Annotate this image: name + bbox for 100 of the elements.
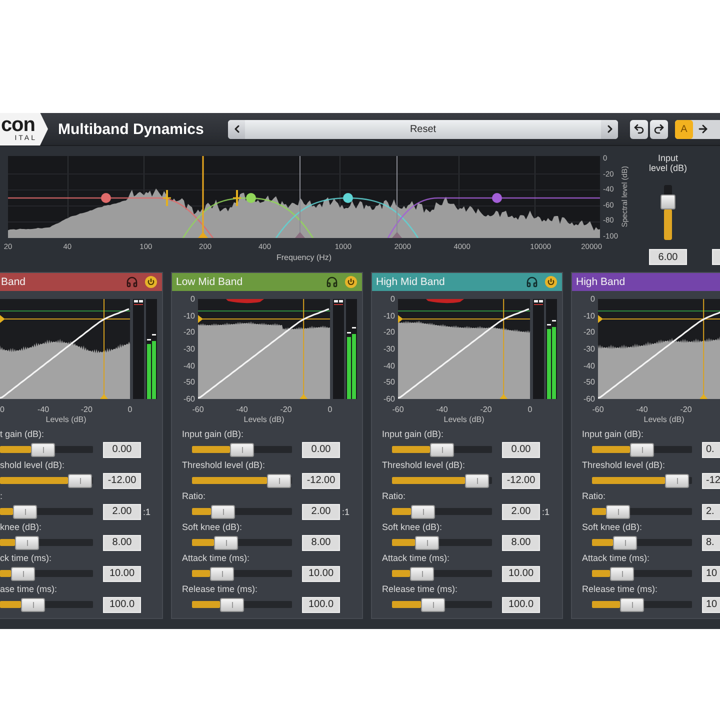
value-field[interactable]: 100.0 [103, 596, 141, 612]
threshold-line[interactable] [398, 315, 530, 323]
power-icon[interactable] [345, 276, 357, 288]
axis-tick-label: -40 [636, 405, 648, 414]
slider-fill [192, 446, 230, 453]
axis-tick-label: 0 [0, 405, 4, 414]
slider-thumb[interactable] [465, 474, 489, 488]
undo-icon [633, 123, 645, 135]
value-field[interactable]: 2. [702, 504, 720, 520]
slider-thumb[interactable] [410, 566, 434, 580]
cursor-marker[interactable] [163, 190, 171, 206]
value-field[interactable]: 100.0 [502, 596, 540, 612]
value-field[interactable]: 0.00 [502, 442, 540, 458]
slider-thumb[interactable] [11, 566, 36, 580]
value-field[interactable]: -12.00 [103, 472, 141, 488]
axis-tick-label: -20 [383, 328, 395, 337]
slider-thumb[interactable] [214, 536, 238, 550]
undo-button[interactable] [630, 120, 648, 138]
slider-thumb[interactable] [630, 442, 654, 456]
axis-tick-label: -40 [436, 405, 448, 414]
axis-tick-label: -60 [392, 405, 404, 414]
headphones-icon[interactable] [126, 276, 138, 288]
slider-thumb[interactable] [620, 598, 644, 612]
slider-thumb[interactable] [30, 442, 55, 456]
slider-thumb[interactable] [660, 194, 676, 209]
slider-thumb[interactable] [267, 474, 291, 488]
preset-name: Reset [410, 124, 436, 134]
power-icon[interactable] [145, 276, 157, 288]
headphones-icon[interactable] [326, 276, 338, 288]
crossover-line[interactable] [295, 156, 305, 238]
cursor-marker[interactable] [233, 190, 241, 206]
slider-fill [664, 208, 672, 240]
slider-thumb[interactable] [211, 504, 235, 518]
next-preset-button[interactable] [601, 120, 618, 138]
control-label: Threshold level (dB): [182, 459, 266, 471]
slider-thumb[interactable] [230, 442, 254, 456]
slider-thumb[interactable] [421, 598, 445, 612]
slider-thumb[interactable] [21, 598, 46, 612]
value-field[interactable]: -12.00 [502, 472, 540, 488]
redo-button[interactable] [650, 120, 668, 138]
slider-thumb[interactable] [610, 566, 634, 580]
slider-fill [392, 508, 411, 515]
slider-fill [192, 539, 214, 546]
input-threshold-line[interactable] [100, 299, 108, 399]
band-handle[interactable] [246, 193, 256, 203]
slider-thumb[interactable] [415, 536, 439, 550]
value-field[interactable]: 0.00 [302, 442, 340, 458]
headphones-icon[interactable] [526, 276, 538, 288]
slider-fill [592, 570, 610, 577]
slider-fill [392, 601, 421, 608]
value-field[interactable]: 8.00 [302, 534, 340, 550]
band-handle[interactable] [492, 193, 502, 203]
value-field[interactable]: 100.0 [302, 596, 340, 612]
slider-thumb[interactable] [68, 474, 92, 488]
slider-thumb[interactable] [665, 474, 689, 488]
value-field[interactable]: 0.00 [103, 442, 141, 458]
previous-preset-button[interactable] [228, 120, 245, 138]
band-handle[interactable] [343, 193, 353, 203]
slider-thumb[interactable] [13, 504, 38, 518]
value-field[interactable]: 8.00 [502, 534, 540, 550]
value-field[interactable]: 0. [702, 442, 720, 458]
value-field[interactable]: 10.00 [302, 566, 340, 582]
value-field[interactable]: 2.00 [502, 504, 540, 520]
value-field[interactable]: 2.00 [302, 504, 340, 520]
value-field[interactable]: 8.00 [103, 534, 141, 550]
slider-thumb[interactable] [613, 536, 637, 550]
value-field[interactable]: 10.00 [103, 566, 141, 582]
slider-thumb[interactable] [14, 536, 39, 550]
output-level-field[interactable] [712, 249, 720, 265]
value-field[interactable]: 8. [702, 534, 720, 550]
band-handle[interactable] [101, 193, 111, 203]
threshold-line[interactable] [598, 315, 720, 323]
compare-slot-button[interactable]: A [675, 120, 693, 138]
input-threshold-line[interactable] [300, 299, 308, 399]
slider-thumb[interactable] [210, 566, 234, 580]
arrow-right-icon[interactable] [697, 123, 709, 135]
preset-selector[interactable]: Reset [228, 120, 618, 138]
axis-label: Frequency (Hz) [276, 253, 332, 263]
value-field[interactable]: 10 [702, 566, 720, 582]
crossover-line[interactable] [392, 156, 402, 238]
value-field[interactable]: 6.00 [649, 249, 687, 265]
slider-thumb[interactable] [220, 598, 244, 612]
value-field[interactable]: 10.00 [502, 566, 540, 582]
slider-thumb[interactable] [411, 504, 435, 518]
axis-tick-label: -60 [592, 405, 604, 414]
control-label: Attack time (ms): [182, 552, 250, 564]
threshold-line[interactable] [0, 315, 130, 323]
threshold-line[interactable] [198, 315, 330, 323]
power-icon[interactable] [545, 276, 557, 288]
crossover-line[interactable] [198, 156, 208, 238]
value-field[interactable]: 10 [702, 596, 720, 612]
value-field[interactable]: 2.00 [103, 504, 141, 520]
input-threshold-line[interactable] [500, 299, 508, 399]
slider-fill [592, 539, 613, 546]
input-threshold-line[interactable] [700, 299, 708, 399]
value-field[interactable]: -12 [702, 472, 720, 488]
slider-thumb[interactable] [430, 442, 454, 456]
slider-thumb[interactable] [606, 504, 630, 518]
value-field[interactable]: -12.00 [302, 472, 340, 488]
slider-fill [392, 570, 410, 577]
